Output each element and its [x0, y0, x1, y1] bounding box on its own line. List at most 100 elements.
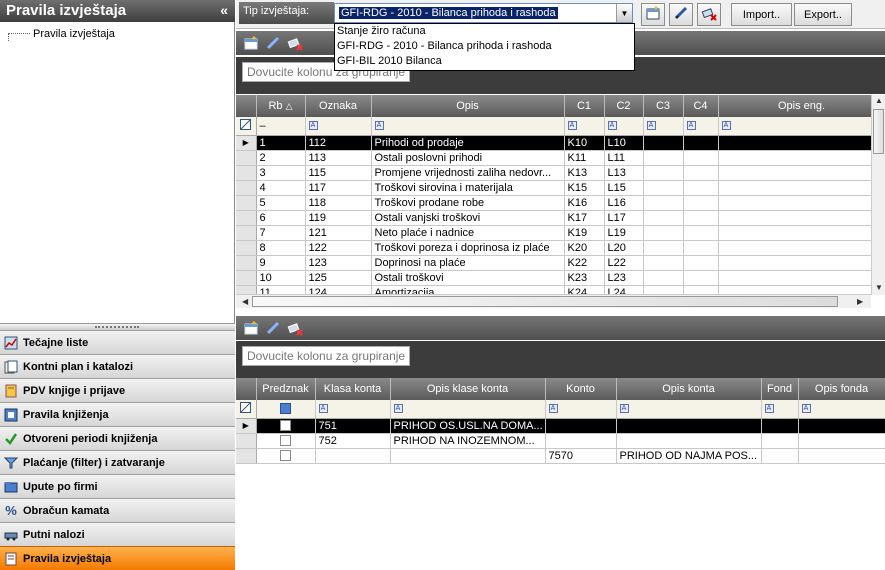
table-cell[interactable]: 115	[305, 165, 372, 181]
nav-putni-nalozi[interactable]: Putni nalozi	[0, 522, 235, 546]
table-cell[interactable]	[643, 180, 684, 196]
table-cell[interactable]	[718, 195, 871, 211]
table-row[interactable]: 2 113 Ostali poslovni prihodi K11 L11	[236, 150, 871, 166]
table-cell[interactable]: 112	[305, 135, 372, 151]
nav-upute-po-firmi[interactable]: Upute po firmi	[0, 474, 235, 498]
table-cell[interactable]	[315, 448, 391, 464]
table-row[interactable]: ▶ 1 112 Prihodi od prodaje K10 L10	[236, 135, 871, 151]
col-header-c4[interactable]: C4	[683, 95, 719, 117]
filter-c3[interactable]: A	[643, 117, 684, 136]
col-header-c2[interactable]: C2	[604, 95, 644, 117]
table-cell[interactable]	[761, 433, 799, 449]
table-cell[interactable]: 6	[256, 210, 306, 226]
row-indicator[interactable]	[236, 225, 257, 241]
filter-c4[interactable]: A	[683, 117, 719, 136]
table-cell[interactable]: 117	[305, 180, 372, 196]
table-cell[interactable]	[643, 210, 684, 226]
table-cell[interactable]	[718, 270, 871, 286]
table-cell[interactable]: 124	[305, 285, 372, 294]
table-cell[interactable]	[718, 150, 871, 166]
table-cell[interactable]	[643, 240, 684, 256]
col-header-opis-konta[interactable]: Opis konta	[616, 378, 762, 400]
row-indicator[interactable]	[236, 150, 257, 166]
nav-obracun-kamata[interactable]: % Obračun kamata	[0, 498, 235, 522]
table-cell[interactable]	[683, 165, 719, 181]
table-cell[interactable]	[718, 180, 871, 196]
scroll-left-icon[interactable]: ◀	[242, 297, 248, 306]
table-cell[interactable]	[683, 210, 719, 226]
nav-pdv-knjige[interactable]: PDV knjige i prijave	[0, 378, 235, 402]
table-cell[interactable]: 5	[256, 195, 306, 211]
col-header-opis[interactable]: Opis	[371, 95, 565, 117]
table-cell[interactable]: 9	[256, 255, 306, 271]
table-cell[interactable]: Troškovi poreza i doprinosa iz plaće	[371, 240, 565, 256]
add-row-icon[interactable]	[242, 34, 260, 52]
col-header-oznaka[interactable]: Oznaka	[305, 95, 372, 117]
table-cell[interactable]: Promjene vrijednosti zaliha nedovr...	[371, 165, 565, 181]
row-indicator[interactable]	[236, 448, 257, 464]
table-cell[interactable]: PRIHOD NA INOZEMNOM...	[390, 433, 546, 449]
chevron-down-icon[interactable]: ▼	[616, 4, 632, 22]
table-cell[interactable]: PRIHOD OS.USL.NA DOMA...	[390, 418, 546, 434]
table-cell[interactable]: Troškovi sirovina i materijala	[371, 180, 565, 196]
table-cell[interactable]	[761, 418, 799, 434]
table-cell[interactable]: Prihodi od prodaje	[371, 135, 565, 151]
table-cell[interactable]: PRIHOD OD NAJMA POS...	[616, 448, 762, 464]
table-cell[interactable]: K19	[564, 225, 605, 241]
table-cell[interactable]: L13	[604, 165, 644, 181]
table-cell[interactable]	[643, 270, 684, 286]
predznak-checkbox-cell[interactable]	[256, 448, 316, 464]
clear-filter-icon[interactable]	[236, 400, 257, 419]
row-indicator[interactable]	[236, 285, 257, 294]
table-cell[interactable]: 7570	[545, 448, 617, 464]
col-header-opis-fonda[interactable]: Opis fonda	[798, 378, 885, 400]
current-row-arrow-icon[interactable]: ▶	[236, 135, 257, 151]
table-cell[interactable]	[761, 448, 799, 464]
table-cell[interactable]	[643, 255, 684, 271]
col-header-opis-klase-konta[interactable]: Opis klase konta	[390, 378, 546, 400]
checkbox[interactable]	[280, 420, 291, 432]
table-cell[interactable]: 2	[256, 150, 306, 166]
table-cell[interactable]: 119	[305, 210, 372, 226]
filter-klasa-konta[interactable]: A	[315, 400, 391, 419]
table-cell[interactable]: 3	[256, 165, 306, 181]
grid1-horizontal-scrollbar[interactable]: ◀ ▶	[236, 294, 871, 308]
table-cell[interactable]: Troškovi prodane robe	[371, 195, 565, 211]
filter-opis-fonda[interactable]: A	[798, 400, 885, 419]
nav-kontni-plan[interactable]: Kontni plan i katalozi	[0, 354, 235, 378]
table-cell[interactable]: Ostali troškovi	[371, 270, 565, 286]
table-cell[interactable]: K23	[564, 270, 605, 286]
table-row[interactable]: 752 PRIHOD NA INOZEMNOM...	[236, 433, 885, 449]
table-cell[interactable]: K16	[564, 195, 605, 211]
table-cell[interactable]: L10	[604, 135, 644, 151]
filter-c2[interactable]: A	[604, 117, 644, 136]
delete-report-button[interactable]	[697, 3, 721, 26]
filter-rb[interactable]: –	[256, 117, 306, 136]
checkbox[interactable]	[280, 450, 291, 462]
tree-item[interactable]: Pravila izvještaja	[8, 27, 115, 41]
filter-opis-klase[interactable]: A	[390, 400, 546, 419]
row-indicator[interactable]	[236, 255, 257, 271]
table-cell[interactable]	[683, 135, 719, 151]
table-cell[interactable]: L17	[604, 210, 644, 226]
filter-c1[interactable]: A	[564, 117, 605, 136]
table-row[interactable]: 7570 PRIHOD OD NAJMA POS...	[236, 448, 885, 464]
pencil-icon[interactable]	[264, 319, 282, 337]
add-row-icon[interactable]	[242, 319, 260, 337]
nav-pravila-izvjestaja[interactable]: Pravila izvještaja	[0, 546, 235, 570]
eraser-delete-icon[interactable]	[286, 34, 304, 52]
table-cell[interactable]	[545, 418, 617, 434]
table-cell[interactable]: K15	[564, 180, 605, 196]
table-cell[interactable]: K24	[564, 285, 605, 294]
table-cell[interactable]: 121	[305, 225, 372, 241]
filter-fond[interactable]: A	[761, 400, 799, 419]
table-cell[interactable]: Neto plaće i nadnice	[371, 225, 565, 241]
scroll-up-icon[interactable]: ▲	[875, 96, 883, 105]
table-cell[interactable]: K20	[564, 240, 605, 256]
table-cell[interactable]	[683, 285, 719, 294]
col-header-opis-eng[interactable]: Opis eng.	[718, 95, 871, 117]
table-cell[interactable]: L16	[604, 195, 644, 211]
table-cell[interactable]	[643, 285, 684, 294]
table-cell[interactable]: Ostali poslovni prihodi	[371, 150, 565, 166]
predznak-checkbox-cell[interactable]	[256, 418, 316, 434]
